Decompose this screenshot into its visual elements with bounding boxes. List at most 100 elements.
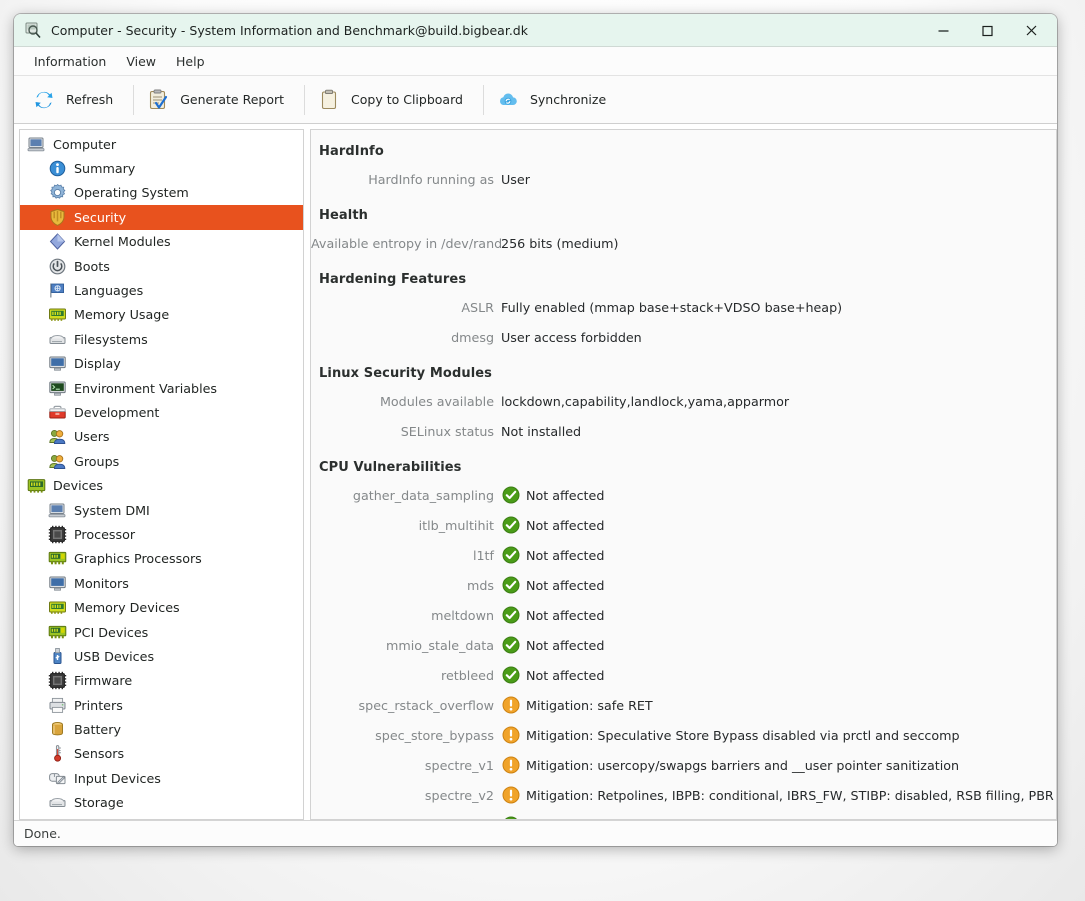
sidebar-item-resources[interactable]: Resources — [20, 815, 303, 819]
toolbar-separator — [133, 84, 135, 115]
drive-icon — [47, 329, 67, 349]
sidebar-item-storage[interactable]: Storage — [20, 791, 303, 815]
security-details: HardInfo HardInfo running as User Health Ava… — [311, 130, 1056, 820]
detail-row-label: srbds — [311, 818, 501, 820]
synchronize-button[interactable]: Synchronize — [492, 82, 620, 118]
detail-row-value: User access forbidden — [501, 330, 642, 345]
sidebar-item-label: Kernel Modules — [74, 234, 171, 250]
detail-row-value: Not affected — [501, 816, 604, 820]
detail-row: Available entropy in /dev/random256 bits… — [311, 228, 1056, 258]
detail-row: mmio_stale_data Not affected — [311, 630, 1056, 660]
terminal-icon — [47, 378, 67, 398]
hardinfo-app-icon — [24, 21, 42, 39]
sidebar-item-development[interactable]: Development — [20, 400, 303, 424]
memory-chip-icon — [47, 305, 67, 325]
detail-row-value: Fully enabled (mmap base+stack+VDSO base… — [501, 300, 842, 315]
detail-row-value-text: Not installed — [501, 423, 582, 439]
status-ok-icon — [501, 486, 520, 505]
thermometer-icon — [47, 744, 67, 764]
refresh-button[interactable]: Refresh — [28, 82, 127, 118]
close-button[interactable] — [1009, 15, 1053, 45]
sidebar-item-pci-devices[interactable]: PCI Devices — [20, 620, 303, 644]
detail-row-label: dmesg — [451, 329, 494, 345]
sidebar-item-security[interactable]: Security — [20, 205, 303, 230]
detail-row: Modules available lockdown,capability,lan… — [311, 386, 1056, 416]
detail-row-value-text: Not affected — [526, 547, 605, 563]
sidebar-item-memory-devices[interactable]: Memory Devices — [20, 595, 303, 619]
sidebar-item-system-dmi[interactable]: System DMI — [20, 498, 303, 522]
sidebar-item-users[interactable]: Users — [20, 425, 303, 449]
sidebar-item-operating-system[interactable]: Operating System — [20, 181, 303, 205]
gear-icon — [47, 183, 67, 203]
detail-row: ASLR Fully enabled (mmap base+stack+VDSO … — [311, 292, 1056, 322]
sidebar-item-label: Sensors — [74, 746, 125, 762]
status-ok-icon — [501, 816, 520, 819]
detail-row-label: spec_rstack_overflow — [358, 697, 494, 713]
sidebar-item-memory-usage[interactable]: Memory Usage — [20, 303, 303, 327]
sidebar-item-input-devices[interactable]: Input Devices — [20, 766, 303, 790]
refresh-label: Refresh — [66, 92, 114, 107]
sidebar-item-label: Computer — [53, 136, 117, 152]
sidebar-item-computer[interactable]: Computer — [20, 132, 303, 156]
sidebar-item-label: Summary — [74, 161, 136, 177]
printer-icon — [47, 695, 67, 715]
menu-item-information[interactable]: Information — [25, 51, 115, 72]
detail-row-label: SELinux status — [400, 423, 494, 439]
users-icon — [47, 451, 67, 471]
detail-row-label: ASLR — [461, 299, 494, 315]
sidebar-item-label: Devices — [53, 478, 104, 494]
detail-row-value-text: Not affected — [526, 818, 604, 820]
detail-row-value-text: 256 bits (medium) — [501, 235, 619, 251]
sidebar-item-battery[interactable]: Battery — [20, 717, 303, 741]
status-ok-icon — [501, 516, 520, 535]
sidebar-item-usb-devices[interactable]: USB Devices — [20, 644, 303, 668]
generate-report-label: Generate Report — [180, 92, 285, 107]
sidebar-item-environment-variables[interactable]: Environment Variables — [20, 376, 303, 400]
sidebar-item-graphics-processors[interactable]: Graphics Processors — [20, 547, 303, 571]
detail-row: gather_data_sampling Not affected — [311, 480, 1056, 510]
detail-row-value: User — [501, 172, 530, 187]
detail-row-value-text: Not affected — [526, 607, 605, 623]
sidebar-item-label: Storage — [74, 795, 124, 811]
detail-row-label: HardInfo running as — [368, 171, 494, 187]
sidebar-item-groups[interactable]: Groups — [20, 449, 303, 473]
menu-bar: Information View Help — [14, 47, 1057, 76]
navigation-sidebar[interactable]: Computer Summary Operating System Security K… — [19, 129, 304, 820]
sidebar-item-devices[interactable]: Devices — [20, 473, 303, 497]
sidebar-item-kernel-modules[interactable]: Kernel Modules — [20, 230, 303, 254]
copy-to-clipboard-button[interactable]: Copy to Clipboard — [313, 82, 477, 118]
detail-row-label: mmio_stale_data — [386, 637, 494, 653]
window-controls — [921, 15, 1053, 45]
sidebar-item-label: Groups — [74, 453, 120, 469]
menu-item-view[interactable]: View — [117, 51, 165, 72]
detail-panel[interactable]: HardInfo HardInfo running as User Health Ava… — [310, 129, 1057, 820]
sidebar-item-firmware[interactable]: Firmware — [20, 669, 303, 693]
sidebar-item-display[interactable]: Display — [20, 352, 303, 376]
gpu-card-icon — [47, 549, 67, 569]
sidebar-item-monitors[interactable]: Monitors — [20, 571, 303, 595]
monitor-icon — [47, 354, 67, 374]
drive-icon — [47, 793, 67, 813]
sidebar-item-printers[interactable]: Printers — [20, 693, 303, 717]
sidebar-item-filesystems[interactable]: Filesystems — [20, 327, 303, 351]
status-warning-icon — [501, 786, 520, 805]
sidebar-item-label: Operating System — [74, 185, 189, 201]
maximize-button[interactable] — [965, 15, 1009, 45]
minimize-button[interactable] — [921, 15, 965, 45]
menu-item-help[interactable]: Help — [167, 51, 214, 72]
sidebar-item-boots[interactable]: Boots — [20, 254, 303, 278]
detail-row: dmesg User access forbidden — [311, 322, 1056, 352]
detail-row-value-text: Not affected — [526, 667, 605, 683]
toolbar-separator — [304, 84, 306, 115]
clipboard-icon — [317, 88, 341, 112]
sidebar-item-summary[interactable]: Summary — [20, 156, 303, 180]
sidebar-item-languages[interactable]: Languages — [20, 278, 303, 302]
sidebar-item-label: Users — [74, 429, 110, 445]
detail-row-value-text: lockdown,capability,landlock,yama,apparm… — [501, 393, 790, 409]
detail-row-label: spectre_v1 — [424, 757, 494, 773]
generate-report-button[interactable]: Generate Report — [142, 82, 298, 118]
sidebar-item-sensors[interactable]: Sensors — [20, 742, 303, 766]
sidebar-item-processor[interactable]: Processor — [20, 522, 303, 546]
